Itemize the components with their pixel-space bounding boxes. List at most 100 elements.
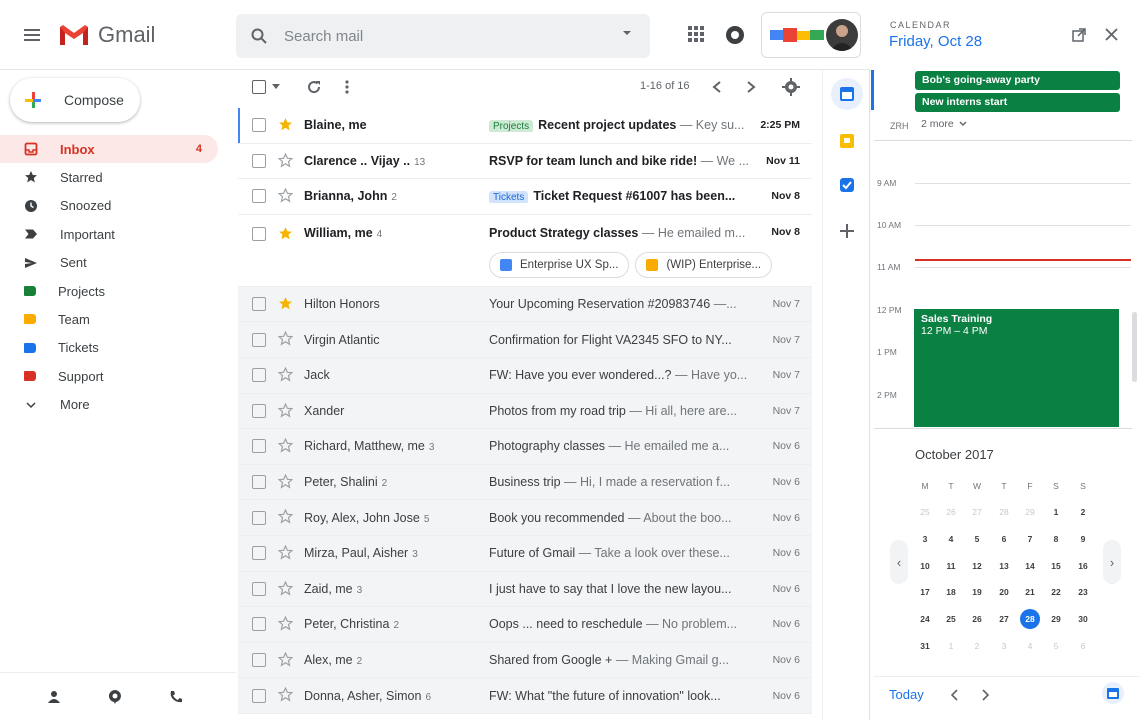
calendar-day[interactable]: 23 xyxy=(1070,587,1096,597)
email-row[interactable]: Roy, Alex, John Jose 5 Book you recommende… xyxy=(238,500,812,536)
search-icon[interactable] xyxy=(250,27,268,45)
email-row[interactable]: Xander Photos from my road trip — Hi all,… xyxy=(238,393,812,430)
email-row[interactable]: Zaid, me 3 I just have to say that I love … xyxy=(238,571,812,608)
allday-event[interactable]: New interns start xyxy=(915,93,1120,112)
settings-gear-icon[interactable] xyxy=(782,78,800,96)
calendar-day[interactable]: 26 xyxy=(964,614,990,624)
calendar-day[interactable]: 26 xyxy=(938,507,964,517)
calendar-app-button[interactable] xyxy=(831,78,863,110)
star-outline-icon[interactable] xyxy=(277,686,294,705)
calendar-day[interactable]: 15 xyxy=(1043,561,1069,571)
star-outline-icon[interactable] xyxy=(277,187,294,206)
calendar-day[interactable]: 30 xyxy=(1070,614,1096,624)
open-in-new-icon[interactable] xyxy=(1072,28,1086,42)
calendar-day[interactable]: 18 xyxy=(938,587,964,597)
search-bar[interactable]: Search mail xyxy=(236,14,650,58)
search-options-icon[interactable] xyxy=(622,28,632,38)
calendar-day[interactable]: 28 xyxy=(1017,614,1043,624)
star-outline-icon[interactable] xyxy=(277,331,294,349)
apps-grid-icon[interactable] xyxy=(686,24,706,44)
today-button[interactable]: Today xyxy=(889,687,924,702)
calendar-day[interactable]: 3 xyxy=(991,641,1017,651)
email-row[interactable]: Jack FW: Have you ever wondered...? — Hav… xyxy=(238,357,812,394)
compose-button[interactable]: Compose xyxy=(10,78,140,122)
close-icon[interactable] xyxy=(1105,28,1118,41)
calendar-day[interactable]: 28 xyxy=(991,507,1017,517)
calendar-day[interactable]: 10 xyxy=(912,561,938,571)
add-addon-icon[interactable] xyxy=(840,224,854,238)
calendar-day[interactable]: 1 xyxy=(1043,507,1069,517)
calendar-day[interactable]: 4 xyxy=(1017,641,1043,651)
star-outline-icon[interactable] xyxy=(277,437,294,456)
next-page-icon[interactable] xyxy=(746,81,756,93)
star-outline-icon[interactable] xyxy=(277,580,294,599)
calendar-day[interactable]: 21 xyxy=(1017,587,1043,597)
sidebar-item-tickets[interactable]: Tickets xyxy=(0,334,218,362)
row-checkbox[interactable] xyxy=(252,153,266,168)
row-checkbox[interactable] xyxy=(252,546,266,561)
row-checkbox[interactable] xyxy=(252,439,266,454)
attachment-chip[interactable]: (WIP) Enterprise... xyxy=(635,251,773,278)
calendar-day[interactable]: 29 xyxy=(1043,614,1069,624)
previous-day-icon[interactable] xyxy=(950,689,960,701)
star-filled-icon[interactable] xyxy=(278,226,293,244)
sidebar-item-more[interactable]: More xyxy=(0,391,218,419)
calendar-event[interactable]: Sales Training 12 PM – 4 PM xyxy=(914,309,1119,427)
row-checkbox[interactable] xyxy=(252,332,266,347)
calendar-day[interactable]: 1 xyxy=(938,641,964,651)
sidebar-item-important[interactable]: Important xyxy=(0,220,218,248)
row-checkbox[interactable] xyxy=(252,189,266,204)
calendar-day[interactable]: 12 xyxy=(964,561,990,571)
row-checkbox[interactable] xyxy=(252,297,266,312)
row-checkbox[interactable] xyxy=(252,653,266,668)
open-calendar-button[interactable] xyxy=(1102,682,1124,704)
calendar-day[interactable]: 16 xyxy=(1070,561,1096,571)
calendar-day[interactable]: 27 xyxy=(964,507,990,517)
email-row[interactable]: Richard, Matthew, me 3 Photography classes… xyxy=(238,429,812,465)
star-outline-icon[interactable] xyxy=(277,651,294,670)
previous-page-icon[interactable] xyxy=(712,81,722,93)
email-row[interactable]: Virgin Atlantic Confirmation for Flight V… xyxy=(238,322,812,358)
calendar-day[interactable]: 13 xyxy=(991,561,1017,571)
previous-month-button[interactable]: ‹ xyxy=(890,540,908,584)
star-outline-icon[interactable] xyxy=(277,508,294,527)
email-row[interactable]: Blaine, me Projects Recent project updates… xyxy=(238,108,812,144)
calendar-day[interactable]: 9 xyxy=(1070,534,1096,544)
calendar-day[interactable]: 2 xyxy=(1070,507,1096,517)
row-checkbox[interactable] xyxy=(252,368,266,383)
star-outline-icon[interactable] xyxy=(277,366,294,385)
row-checkbox[interactable] xyxy=(252,226,266,241)
star-outline-icon[interactable] xyxy=(277,544,294,563)
attachment-chip[interactable]: Enterprise UX Sp... xyxy=(489,251,630,278)
email-row[interactable]: Peter, Shalini 2 Business trip — Hi, I mad… xyxy=(238,464,812,501)
calendar-day[interactable]: 31 xyxy=(912,641,938,651)
calendar-day[interactable]: 4 xyxy=(938,534,964,544)
calendar-day[interactable]: 14 xyxy=(1017,561,1043,571)
calendar-day[interactable]: 29 xyxy=(1017,507,1043,517)
email-row[interactable]: Hilton Honors Your Upcoming Reservation #… xyxy=(238,286,812,323)
sidebar-item-snoozed[interactable]: Snoozed xyxy=(0,192,218,220)
row-checkbox[interactable] xyxy=(252,688,266,703)
row-checkbox[interactable] xyxy=(252,403,266,418)
email-row[interactable]: Brianna, John 2 Tickets Ticket Request #610… xyxy=(238,179,812,215)
calendar-day[interactable]: 5 xyxy=(1043,641,1069,651)
sidebar-item-sent[interactable]: Sent xyxy=(0,249,218,277)
notifications-icon[interactable] xyxy=(724,24,746,46)
email-row[interactable]: Donna, Asher, Simon 6 FW: What "the future… xyxy=(238,678,812,714)
email-row[interactable]: Mirza, Paul, Aisher 3 Future of Gmail — Ta… xyxy=(238,535,812,572)
row-checkbox[interactable] xyxy=(252,118,266,133)
next-day-icon[interactable] xyxy=(980,689,990,701)
calendar-day[interactable]: 20 xyxy=(991,587,1017,597)
sidebar-item-projects[interactable]: Projects xyxy=(0,277,218,305)
calendar-day[interactable]: 6 xyxy=(991,534,1017,544)
star-outline-icon[interactable] xyxy=(277,402,294,421)
row-checkbox[interactable] xyxy=(252,475,266,490)
tasks-icon[interactable] xyxy=(840,178,854,192)
allday-event[interactable]: Bob's going-away party xyxy=(915,71,1120,90)
select-dropdown-icon[interactable] xyxy=(272,84,280,90)
calendar-day[interactable]: 27 xyxy=(991,614,1017,624)
sidebar-item-inbox[interactable]: Inbox 4 xyxy=(0,135,218,163)
email-label-tag[interactable]: Tickets xyxy=(489,191,529,204)
calendar-day[interactable]: 6 xyxy=(1070,641,1096,651)
star-filled-icon[interactable] xyxy=(278,117,293,135)
